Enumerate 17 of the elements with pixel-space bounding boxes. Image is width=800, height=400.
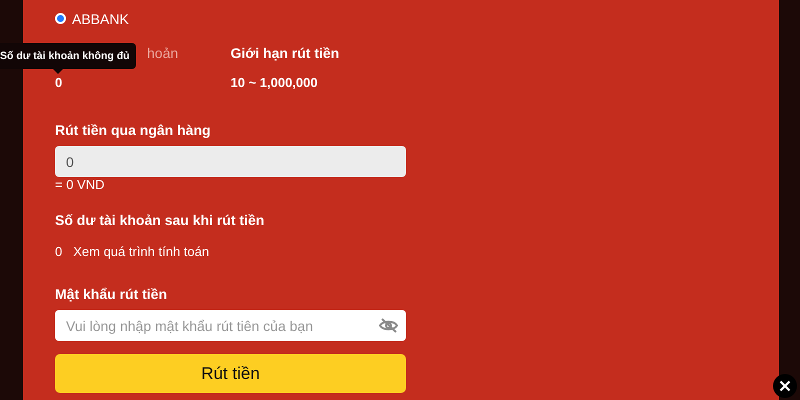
radio-label: ABBANK <box>72 10 129 26</box>
amount-label: Rút tiền qua ngân hàng <box>55 122 212 138</box>
calculation-link[interactable]: Xem quá trình tính toán <box>73 244 210 259</box>
eye-slash-icon[interactable] <box>379 318 398 333</box>
balance-after-label: Số dư tài khoản sau khi rút tiền <box>55 212 266 228</box>
info-value: 10 ~ 1,000,000 <box>230 75 319 91</box>
password-label: Mật khẩu rút tiền <box>55 286 168 302</box>
tooltip: Số dư tài khoản không đủ <box>0 43 136 74</box>
withdraw-button[interactable]: Rút tiền <box>55 354 406 393</box>
close-icon[interactable] <box>773 374 797 398</box>
balance-after-value: 0 <box>55 244 62 259</box>
info-value: 0 <box>55 75 64 91</box>
radio-button[interactable] <box>55 13 66 24</box>
info-label: Giới hạn rút tiền <box>230 45 340 61</box>
converted-amount: = 0 VND <box>55 177 106 192</box>
info-label: hoản <box>147 45 178 61</box>
password-field[interactable]: Vui lòng nhập mật khẩu rút tiên của bạn <box>55 310 406 341</box>
